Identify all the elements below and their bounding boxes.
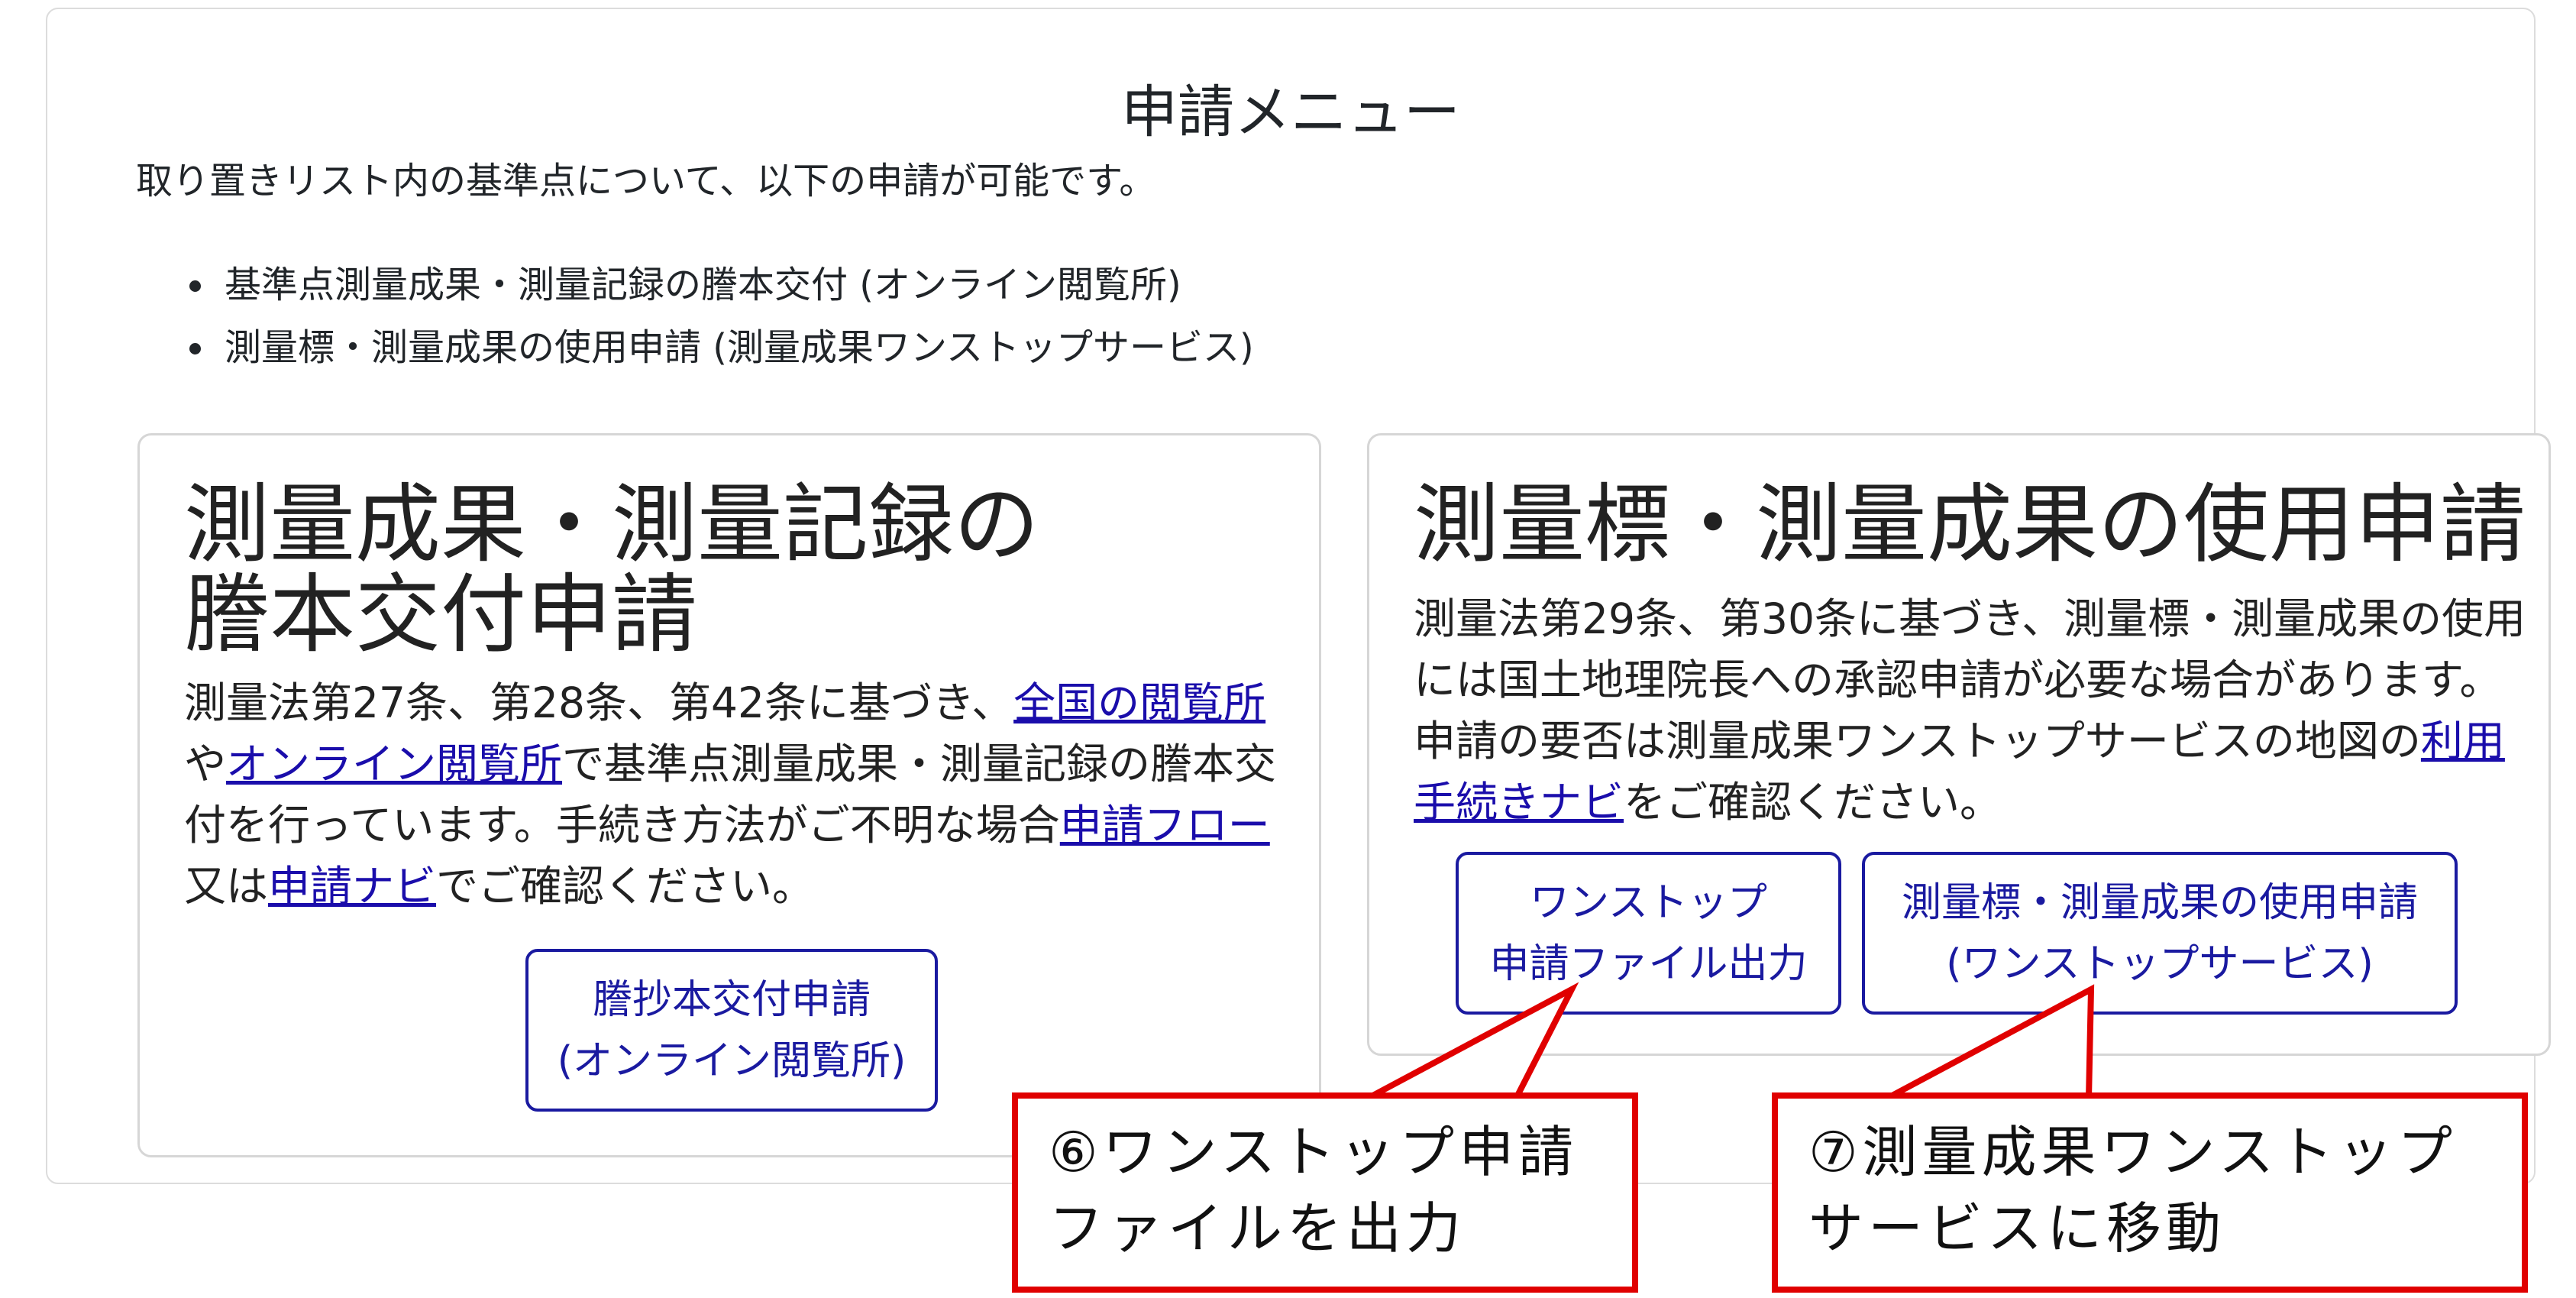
- application-navi-link[interactable]: 申請ナビ: [268, 862, 436, 911]
- button-label: 謄抄本交付申請: [592, 976, 871, 1023]
- button-label: (ワンストップサービス): [1946, 940, 2374, 987]
- option-list: 基準点測量成果・測量記録の謄本交付 (オンライン閲覧所) 測量標・測量成果の使用…: [177, 254, 1254, 379]
- button-label: 申請ファイル出力: [1489, 940, 1808, 987]
- description-text: でご確認ください。: [436, 862, 815, 911]
- callout-text: ⑦測量成果ワンストップ: [1808, 1120, 2458, 1184]
- description-text: をご確認ください。: [1624, 778, 2002, 827]
- usage-application-card-title: 測量標・測量成果の使用申請: [1414, 475, 2526, 575]
- callout-7: ⑦測量成果ワンストップ サービスに移動: [1772, 1092, 2528, 1293]
- certified-copy-description: 測量法第27条、第28条、第42条に基づき、全国の閲覧所やオンライン閲覧所で基準…: [184, 672, 1299, 917]
- callout-text: ⑥ワンストップ申請: [1049, 1120, 1579, 1184]
- certified-copy-card-title: 測量成果・測量記録の 謄本交付申請: [184, 480, 1284, 660]
- description-text: 又は: [184, 862, 269, 911]
- card-title-line: 謄本交付申請: [184, 565, 697, 665]
- description-text: 測量法第29条、第30条に基づき、測量標・測量成果の使用には国土地理院長への承認…: [1414, 594, 2526, 766]
- usage-application-card: 測量標・測量成果の使用申請 測量法第29条、第30条に基づき、測量標・測量成果の…: [1367, 433, 2551, 1056]
- certified-copy-card: 測量成果・測量記録の 謄本交付申請 測量法第27条、第28条、第42条に基づき、…: [137, 433, 1321, 1157]
- application-menu-panel: 申請メニュー 取り置きリスト内の基準点について、以下の申請が可能です。 基準点測…: [46, 8, 2551, 1184]
- application-flow-link[interactable]: 申請フロー: [1060, 801, 1270, 850]
- menu-title: 申請メニュー: [1121, 79, 1460, 145]
- button-label: (オンライン閲覧所): [557, 1037, 907, 1084]
- list-item: 基準点測量成果・測量記録の謄本交付 (オンライン閲覧所): [217, 254, 1254, 316]
- description-text: や: [184, 740, 227, 788]
- menu-intro: 取り置きリスト内の基準点について、以下の申請が可能です。: [136, 160, 1156, 202]
- online-reading-room-link[interactable]: オンライン閲覧所: [226, 740, 562, 788]
- national-reading-room-link[interactable]: 全国の閲覧所: [1013, 678, 1265, 727]
- onestop-service-apply-button[interactable]: 測量標・測量成果の使用申請 (ワンストップサービス): [1862, 852, 2458, 1015]
- usage-application-description: 測量法第29条、第30条に基づき、測量標・測量成果の使用には国土地理院長への承認…: [1414, 588, 2529, 833]
- callout-text: サービスに移動: [1808, 1196, 2226, 1261]
- card-title-line: 測量成果・測量記録の: [184, 475, 1039, 575]
- button-label: ワンストップ: [1530, 879, 1767, 926]
- certified-copy-apply-button[interactable]: 謄抄本交付申請 (オンライン閲覧所): [525, 949, 938, 1112]
- description-text: 測量法第27条、第28条、第42条に基づき、: [184, 678, 1014, 727]
- callout-text: ファイルを出力: [1049, 1196, 1466, 1261]
- callout-6: ⑥ワンストップ申請 ファイルを出力: [1012, 1092, 1638, 1293]
- onestop-file-output-button[interactable]: ワンストップ 申請ファイル出力: [1456, 852, 1841, 1015]
- button-label: 測量標・測量成果の使用申請: [1901, 879, 2418, 926]
- list-item: 測量標・測量成果の使用申請 (測量成果ワンストップサービス): [217, 316, 1254, 379]
